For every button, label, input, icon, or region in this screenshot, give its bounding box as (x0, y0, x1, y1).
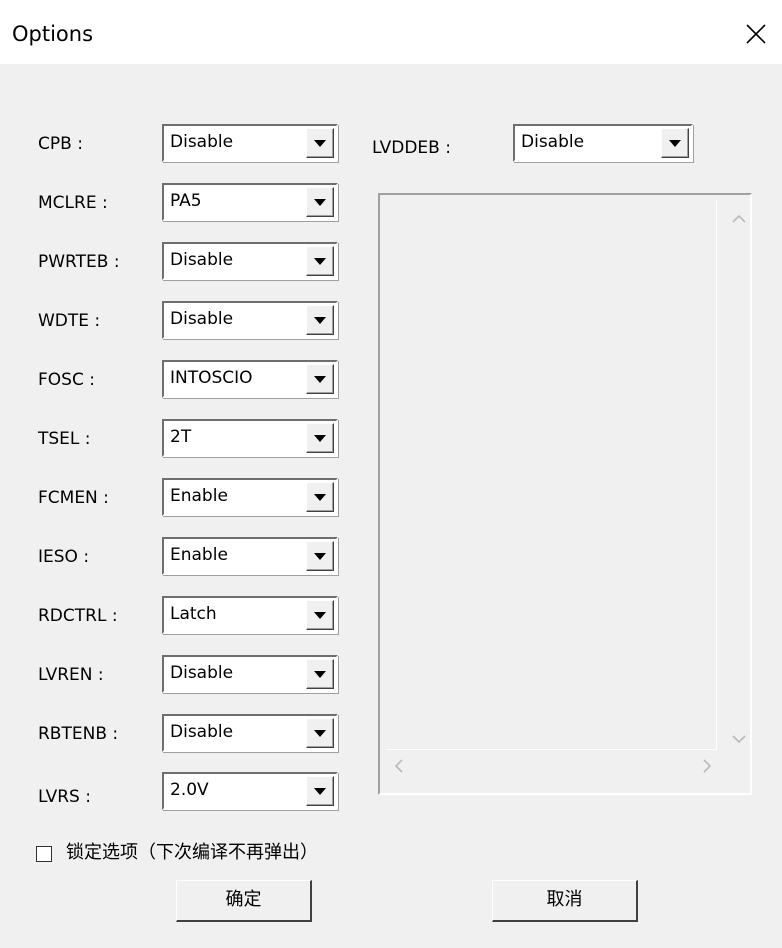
chevron-down-icon (314, 612, 326, 619)
select-rbtenb[interactable]: Disable (162, 714, 338, 752)
option-label-cpb: CPB : (38, 134, 83, 154)
option-label-wdte: WDTE : (38, 311, 101, 331)
dropdown-button[interactable] (661, 128, 689, 158)
chevron-down-icon (314, 435, 326, 442)
select-value: INTOSCIO (170, 368, 253, 388)
close-icon[interactable] (744, 22, 768, 46)
dropdown-button[interactable] (306, 541, 334, 571)
select-value: Disable (521, 132, 585, 152)
chevron-down-icon (314, 317, 326, 324)
option-label-mclre: MCLRE : (38, 193, 108, 213)
dropdown-button[interactable] (306, 187, 334, 217)
chevron-down-icon (314, 553, 326, 560)
select-mclre[interactable]: PA5 (162, 183, 338, 221)
lock-option-checkbox[interactable] (36, 846, 52, 862)
chevron-down-icon (669, 140, 681, 147)
select-value: Disable (170, 309, 234, 329)
select-value: Disable (170, 132, 234, 152)
dropdown-button[interactable] (306, 246, 334, 276)
select-wdte[interactable]: Disable (162, 301, 338, 339)
select-value: Disable (170, 250, 234, 270)
option-label-ieso: IESO : (38, 547, 90, 567)
select-pwrteb[interactable]: Disable (162, 242, 338, 280)
scroll-left-arrow-icon[interactable] (394, 758, 404, 777)
dropdown-button[interactable] (306, 600, 334, 630)
dropdown-button[interactable] (306, 364, 334, 394)
select-fosc[interactable]: INTOSCIO (162, 360, 338, 398)
select-value: PA5 (170, 191, 202, 211)
chevron-down-icon (314, 199, 326, 206)
chevron-down-icon (314, 788, 326, 795)
select-lvddeb[interactable]: Disable (513, 124, 693, 162)
option-label-tsel: TSEL : (38, 429, 91, 449)
select-fcmen[interactable]: Enable (162, 478, 338, 516)
option-label-rbtenb: RBTENB : (38, 724, 119, 744)
dropdown-button[interactable] (306, 718, 334, 748)
dropdown-button[interactable] (306, 659, 334, 689)
list-content-area (386, 201, 717, 750)
chevron-down-icon (314, 376, 326, 383)
select-value: Disable (170, 663, 234, 683)
select-lvrs[interactable]: 2.0V (162, 772, 338, 810)
lock-option-label: 锁定选项（下次编译不再弹出） (66, 842, 318, 863)
select-value: Latch (170, 604, 217, 624)
option-label-fcmen: FCMEN : (38, 488, 109, 508)
cancel-button[interactable]: 取消 (492, 880, 638, 922)
chevron-down-icon (314, 730, 326, 737)
scroll-up-arrow-icon[interactable] (732, 209, 746, 228)
scroll-down-arrow-icon[interactable] (732, 729, 746, 748)
select-cpb[interactable]: Disable (162, 124, 338, 162)
chevron-down-icon (314, 671, 326, 678)
dropdown-button[interactable] (306, 128, 334, 158)
ok-button[interactable]: 确定 (176, 880, 312, 922)
select-value: Enable (170, 545, 228, 565)
dropdown-button[interactable] (306, 305, 334, 335)
option-label-lvddeb: LVDDEB : (372, 138, 451, 158)
dropdown-button[interactable] (306, 776, 334, 806)
dropdown-button[interactable] (306, 482, 334, 512)
option-label-lvren: LVREN : (38, 665, 104, 685)
select-value: Disable (170, 722, 234, 742)
dropdown-button[interactable] (306, 423, 334, 453)
option-label-pwrteb: PWRTEB : (38, 252, 120, 272)
select-ieso[interactable]: Enable (162, 537, 338, 575)
select-value: Enable (170, 486, 228, 506)
chevron-down-icon (314, 140, 326, 147)
select-rdctrl[interactable]: Latch (162, 596, 338, 634)
select-value: 2T (170, 427, 192, 447)
option-label-rdctrl: RDCTRL : (38, 606, 118, 626)
select-lvren[interactable]: Disable (162, 655, 338, 693)
select-tsel[interactable]: 2T (162, 419, 338, 457)
chevron-down-icon (314, 494, 326, 501)
select-value: 2.0V (170, 780, 209, 800)
chevron-down-icon (314, 258, 326, 265)
title-bar: Options (0, 0, 782, 64)
scroll-right-arrow-icon[interactable] (702, 758, 712, 777)
option-label-fosc: FOSC : (38, 370, 95, 390)
option-label-lvrs: LVRS : (38, 787, 91, 807)
window-title: Options (12, 22, 94, 46)
option-list-box[interactable] (378, 193, 752, 795)
